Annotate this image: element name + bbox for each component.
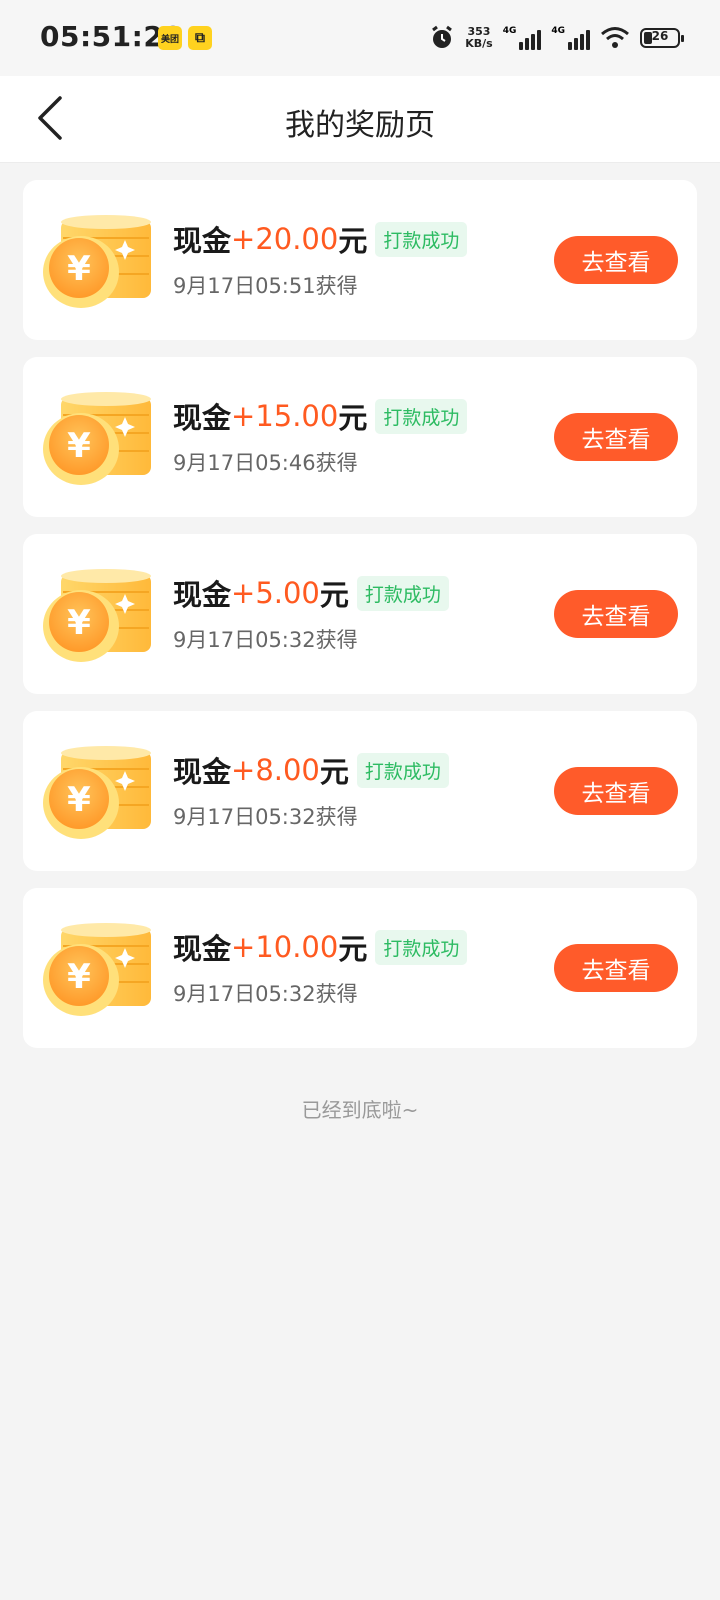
reward-label: 现金 (173, 401, 232, 435)
reward-amount: +10.00 (231, 930, 339, 964)
coin-stack-icon: ¥ (41, 387, 159, 487)
reward-time: 9月17日05:32获得 (173, 982, 358, 1006)
status-bar: 05:51:28 美团 ⧉ 353 KB/s 4G 4G 26 (0, 0, 720, 76)
reward-card: ¥ 现金 +20.00 元 打款成功 9月17日05:51获得 去查看 (23, 180, 697, 340)
svg-text:¥: ¥ (67, 249, 91, 289)
status-badge: 打款成功 (375, 929, 468, 965)
coin-stack-icon: ¥ (41, 210, 159, 310)
view-button[interactable]: 去查看 (554, 767, 678, 815)
wifi-icon (601, 27, 629, 48)
reward-time: 9月17日05:32获得 (173, 805, 358, 829)
svg-text:¥: ¥ (67, 957, 91, 997)
battery-icon: 26 (640, 28, 684, 48)
reward-amount: +8.00 (231, 753, 320, 787)
page-title: 我的奖励页 (285, 108, 435, 143)
status-icons: 353 KB/s 4G 4G 26 (429, 22, 684, 54)
svg-text:¥: ¥ (67, 780, 91, 820)
reward-time: 9月17日05:51获得 (173, 274, 358, 298)
signal-icon: 4G (503, 26, 542, 50)
signal-icon-2: 4G (551, 26, 590, 50)
meituan-app-icon: 美团 (158, 26, 182, 50)
reward-amount: +5.00 (231, 576, 320, 610)
reward-label: 现金 (173, 755, 232, 789)
view-button[interactable]: 去查看 (554, 944, 678, 992)
coin-stack-icon: ¥ (41, 741, 159, 841)
reward-unit: 元 (319, 755, 349, 789)
status-badge: 打款成功 (356, 752, 449, 788)
coin-stack-icon: ¥ (41, 918, 159, 1018)
reward-title: 现金 +10.00 元 打款成功 (173, 926, 468, 968)
reward-card: ¥ 现金 +5.00 元 打款成功 9月17日05:32获得 去查看 (23, 534, 697, 694)
copy-app-icon: ⧉ (188, 26, 212, 50)
reward-unit: 元 (338, 224, 368, 258)
reward-time: 9月17日05:46获得 (173, 451, 358, 475)
status-badge: 打款成功 (375, 398, 468, 434)
reward-label: 现金 (173, 932, 232, 966)
svg-text:¥: ¥ (67, 426, 91, 466)
network-speed: 353 KB/s (465, 25, 493, 50)
reward-title: 现金 +8.00 元 打款成功 (173, 749, 449, 791)
reward-title: 现金 +15.00 元 打款成功 (173, 395, 468, 437)
view-button[interactable]: 去查看 (554, 413, 678, 461)
reward-title: 现金 +5.00 元 打款成功 (173, 572, 449, 614)
reward-card: ¥ 现金 +10.00 元 打款成功 9月17日05:32获得 去查看 (23, 888, 697, 1048)
reward-amount: +15.00 (231, 399, 339, 433)
view-button[interactable]: 去查看 (554, 236, 678, 284)
view-button[interactable]: 去查看 (554, 590, 678, 638)
coin-stack-icon: ¥ (41, 564, 159, 664)
alarm-icon (432, 25, 453, 48)
reward-title: 现金 +20.00 元 打款成功 (173, 218, 468, 260)
header-bar: 我的奖励页 (0, 76, 720, 163)
svg-text:¥: ¥ (67, 603, 91, 643)
reward-card: ¥ 现金 +15.00 元 打款成功 9月17日05:46获得 去查看 (23, 357, 697, 517)
reward-amount: +20.00 (231, 222, 339, 256)
reward-unit: 元 (319, 578, 349, 612)
reward-unit: 元 (338, 401, 368, 435)
reward-card: ¥ 现金 +8.00 元 打款成功 9月17日05:32获得 去查看 (23, 711, 697, 871)
reward-label: 现金 (173, 578, 232, 612)
reward-unit: 元 (338, 932, 368, 966)
reward-time: 9月17日05:32获得 (173, 628, 358, 652)
end-of-list-text: 已经到底啦~ (301, 1098, 419, 1122)
reward-label: 现金 (173, 224, 232, 258)
status-badge: 打款成功 (375, 221, 468, 257)
status-badge: 打款成功 (356, 575, 449, 611)
